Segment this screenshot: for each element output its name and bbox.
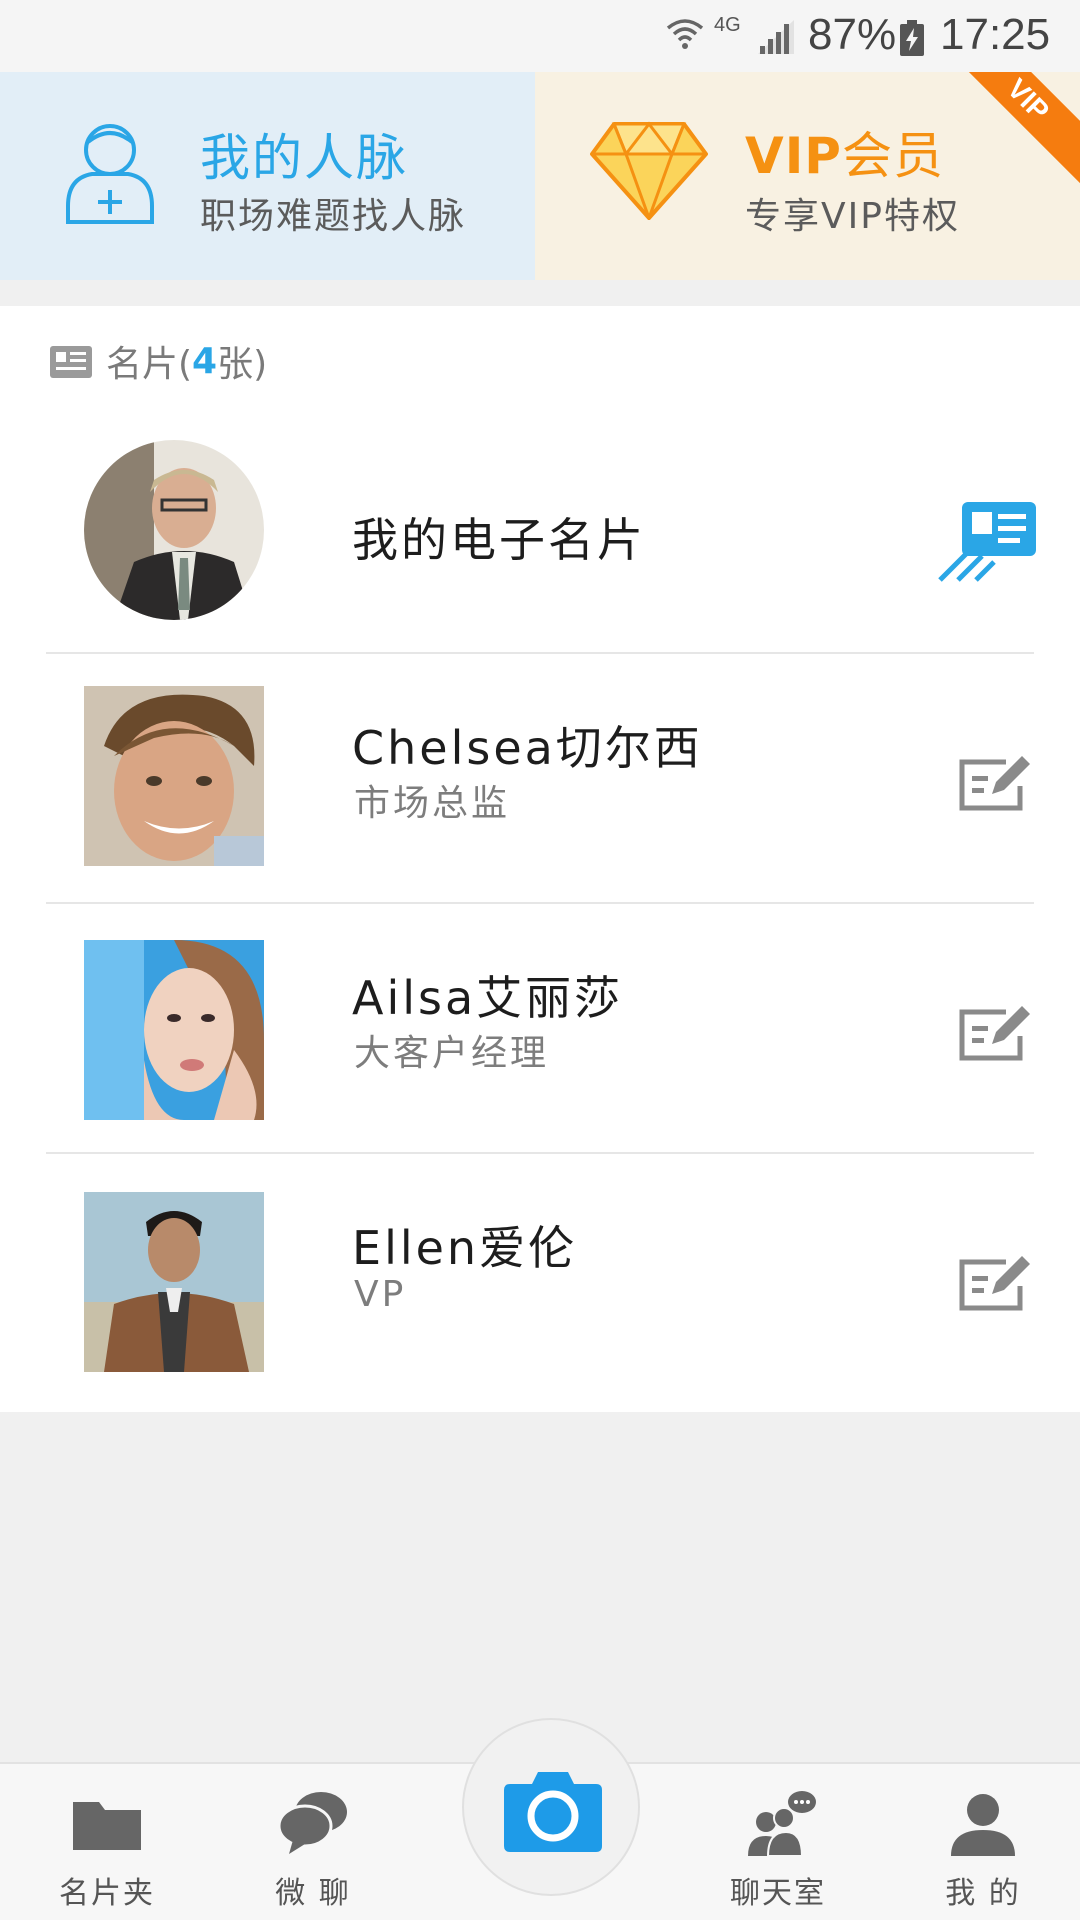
contact-job-title: VP (354, 1274, 407, 1315)
contacts-title: 我的人脉 (200, 129, 408, 187)
vip-membership-banner[interactable]: VIP会员 专享VIP特权 VIP (535, 72, 1080, 280)
profile-icon (951, 1794, 1015, 1856)
contact-card-row[interactable]: Chelsea切尔西 市场总监 (0, 656, 1080, 906)
cards-header-suffix: 张) (217, 344, 268, 385)
network-type: 4G (714, 14, 741, 36)
avatar (84, 440, 264, 620)
contact-name: Ellen爱伦 (352, 1221, 578, 1275)
scan-card-camera-button[interactable] (462, 1718, 640, 1896)
contact-card-row[interactable]: Ailsa艾丽莎 大客户经理 (0, 906, 1080, 1156)
card-name: 我的电子名片 (352, 513, 646, 567)
nav-chatroom[interactable]: 聊天室 (688, 1764, 868, 1920)
avatar-photo-man-coat (84, 1192, 264, 1372)
battery-percent: 87% (808, 10, 897, 59)
nav-micro-chat[interactable]: 微 聊 (223, 1764, 403, 1920)
clock: 17:25 (940, 10, 1051, 59)
diamond-icon (590, 121, 708, 220)
nav-label: 名片夹 (59, 1876, 155, 1911)
card-list-icon (50, 346, 92, 378)
nav-label: 微 聊 (275, 1876, 351, 1911)
contact-job-title: 大客户经理 (354, 1033, 550, 1074)
contact-card-row[interactable]: Ellen爱伦 VP (0, 1156, 1080, 1406)
edit-icon[interactable] (958, 750, 1034, 814)
nav-me[interactable]: 我 的 (893, 1764, 1073, 1920)
contact-name: Chelsea切尔西 (352, 721, 703, 775)
contacts-subtitle: 职场难题找人脉 (200, 196, 467, 237)
edit-icon[interactable] (958, 1000, 1034, 1064)
avatar (84, 686, 264, 866)
vip-corner-ribbon: VIP (941, 72, 1080, 187)
edit-icon[interactable] (958, 1250, 1034, 1314)
vip-subtitle: 专享VIP特权 (745, 196, 960, 237)
contact-job-title: 市场总监 (354, 783, 511, 824)
my-contacts-banner[interactable]: 我的人脉 职场难题找人脉 (0, 72, 535, 280)
my-card-row[interactable]: 我的电子名片 (0, 406, 1080, 656)
nav-card-folder[interactable]: 名片夹 (17, 1764, 197, 1920)
chat-bubbles-icon (277, 1792, 347, 1854)
vip-title-latin: VIP (745, 127, 842, 185)
battery-charging-icon (900, 20, 924, 56)
avatar (84, 940, 264, 1120)
wifi-icon (666, 19, 704, 49)
nav-label: 聊天室 (730, 1876, 826, 1911)
contacts-add-icon (66, 124, 154, 224)
row-divider (46, 1152, 1034, 1154)
signal-icon (758, 20, 794, 54)
business-card-share-icon[interactable] (938, 500, 1038, 582)
row-divider (46, 652, 1034, 654)
cards-header-prefix: 名片( (106, 344, 193, 385)
contact-name: Ailsa艾丽莎 (352, 971, 624, 1025)
business-cards-section: 名片(4 张) 我的电子名片 Chelsea切尔西 市场总监 Ailsa艾丽莎… (0, 306, 1080, 1412)
status-bar: 4G 87% 17:25 (0, 0, 1080, 72)
vip-title-cn: 会员 (841, 127, 944, 185)
row-divider (46, 902, 1034, 904)
avatar-photo-young-man (84, 686, 264, 866)
folder-icon (73, 1802, 141, 1850)
avatar-photo-man-suit (84, 440, 264, 620)
avatar-photo-woman (84, 940, 264, 1120)
avatar (84, 1192, 264, 1372)
cards-count: 4 (192, 340, 218, 382)
vip-title: VIP会员 (745, 116, 944, 188)
cards-header: 名片(4 张) (48, 336, 267, 386)
chatroom-icon (748, 1791, 816, 1857)
nav-label: 我 的 (945, 1876, 1021, 1911)
camera-icon (504, 1772, 602, 1852)
